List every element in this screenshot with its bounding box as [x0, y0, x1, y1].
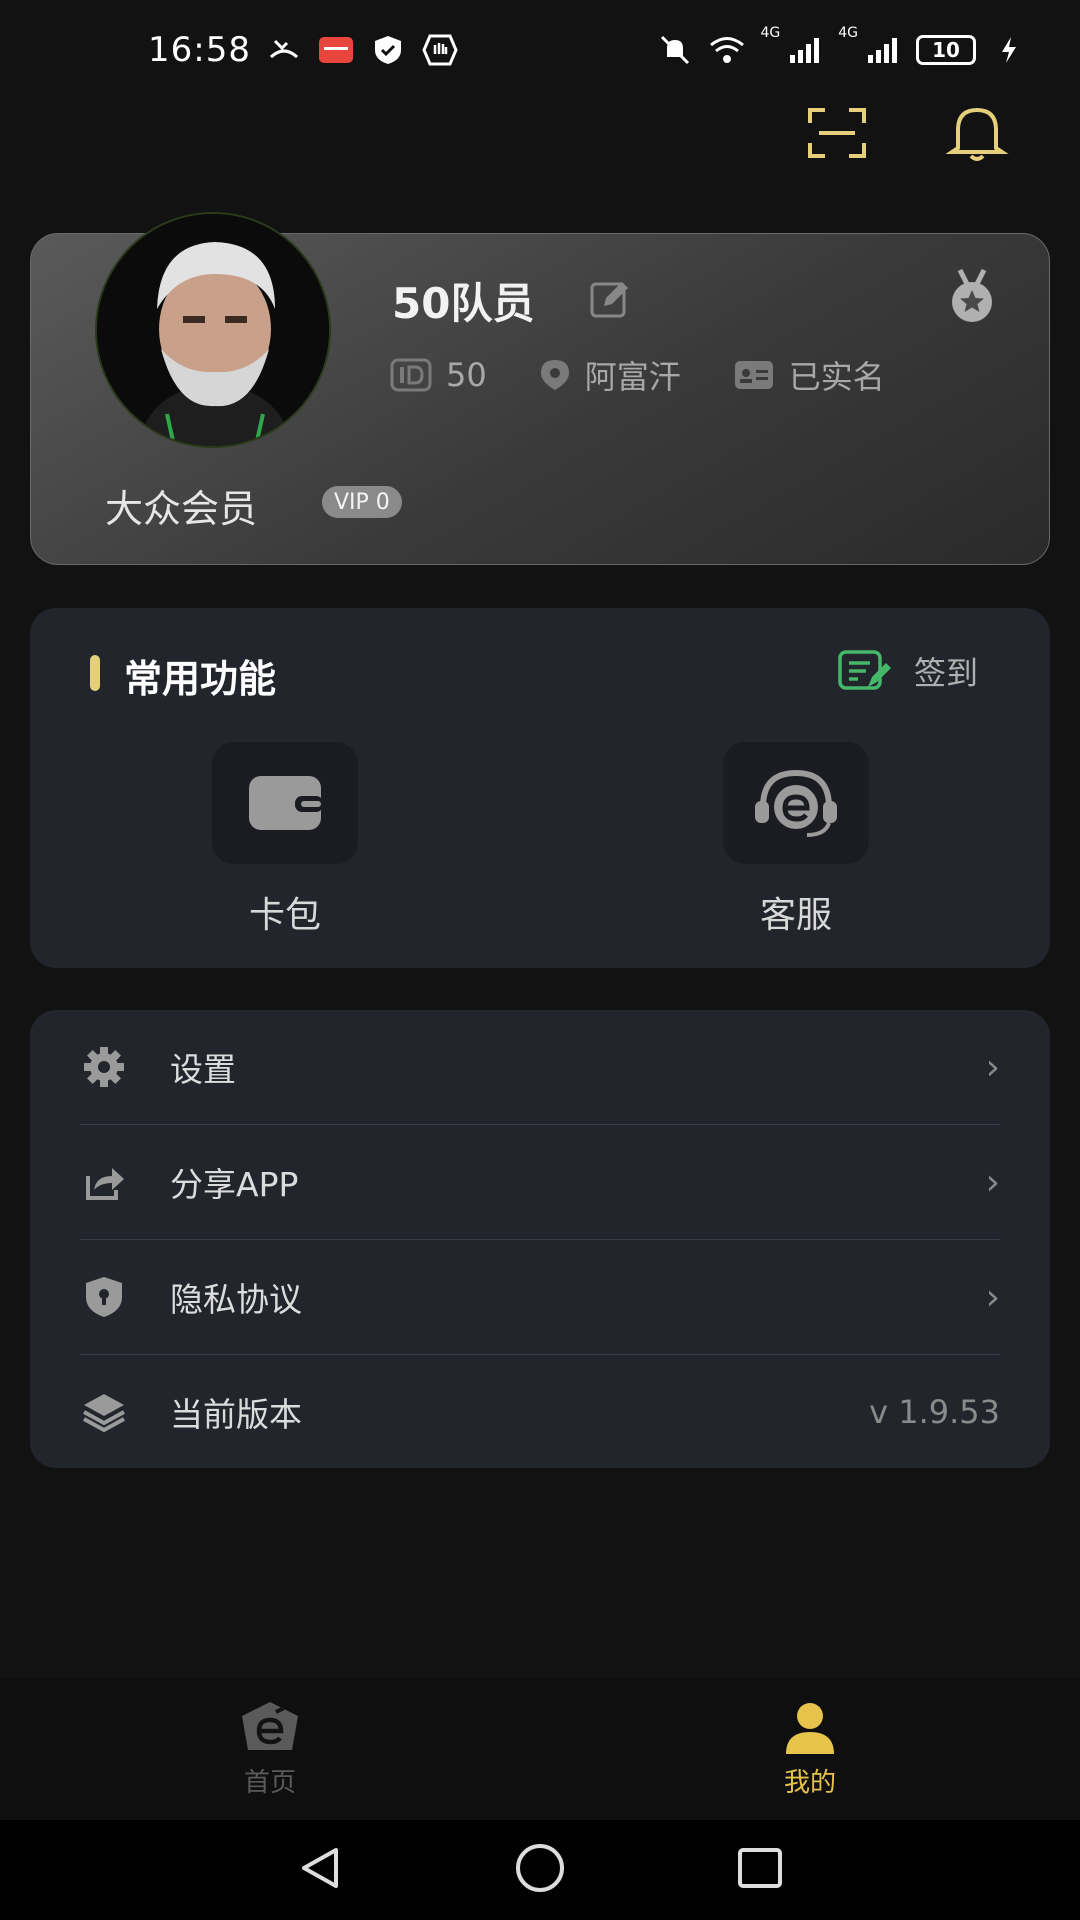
share-icon	[80, 1158, 128, 1206]
user-icon	[786, 1703, 834, 1754]
member-title: 大众会员	[105, 487, 258, 531]
status-bar: 16:58 4G 4G 10	[0, 0, 1080, 100]
verified-meta: 已实名	[733, 352, 885, 398]
recents-button[interactable]	[736, 1844, 784, 1896]
home-e-icon	[242, 1702, 298, 1750]
chevron-right-icon: ›	[985, 1046, 1000, 1088]
wallet-button[interactable]: 卡包	[210, 742, 360, 938]
menu-label-settings: 设置	[170, 1050, 236, 1089]
missed-call-icon	[265, 31, 303, 69]
username: 50队员	[392, 279, 535, 328]
customer-service-label: 客服	[759, 895, 832, 936]
bottom-nav	[0, 1678, 1080, 1820]
headset-icon	[755, 769, 837, 837]
menu-label-share: 分享APP	[170, 1165, 299, 1204]
status-left: 16:58	[148, 30, 459, 70]
signin-icon	[838, 650, 891, 690]
back-triangle-icon	[302, 1848, 338, 1888]
headset-icon-box	[723, 742, 869, 864]
chevron-right-icon: ›	[985, 1161, 1000, 1203]
recents-square-icon	[738, 1848, 782, 1888]
notification-button[interactable]	[944, 100, 1010, 166]
menu-label-privacy: 隐私协议	[170, 1280, 302, 1319]
scan-button[interactable]	[804, 100, 870, 166]
network-label-1: 4G	[760, 25, 781, 41]
home-button[interactable]	[514, 1842, 566, 1898]
tab-home[interactable]: 首页	[210, 1700, 330, 1799]
profile-meta: 50 阿富汗 已实名	[390, 352, 885, 398]
menu-item-version[interactable]: 当前版本 v 1.9.53	[80, 1355, 1000, 1469]
customer-service-button[interactable]: 客服	[721, 742, 871, 938]
menu-item-share[interactable]: 分享APP ›	[80, 1125, 1000, 1239]
id-card-icon	[734, 361, 773, 389]
mute-bell-icon	[656, 31, 694, 69]
battery-indicator: 10	[916, 35, 976, 65]
signin-button[interactable]: 签到	[838, 648, 978, 694]
chevron-right-icon: ›	[985, 1276, 1000, 1318]
charging-icon	[990, 31, 1028, 69]
tab-home-label: 首页	[243, 1768, 296, 1798]
hand-icon	[421, 31, 459, 69]
location-meta: 阿富汗	[539, 352, 681, 398]
top-actions	[804, 100, 1010, 166]
menu-item-privacy[interactable]: 隐私协议 ›	[80, 1240, 1000, 1354]
layers-icon	[80, 1388, 128, 1436]
signin-label: 签到	[914, 654, 979, 692]
bell-icon	[945, 107, 1009, 161]
avatar[interactable]	[95, 212, 331, 448]
location-pin-icon	[540, 360, 569, 390]
network-label-2: 4G	[838, 25, 858, 41]
section-accent-bar	[90, 655, 100, 691]
medal-icon[interactable]	[944, 268, 1000, 324]
id-value: 50	[446, 356, 487, 394]
tab-mine-label: 我的	[783, 1768, 836, 1798]
version-value: v 1.9.53	[869, 1393, 1000, 1431]
vip-badge: VIP 0	[322, 486, 402, 518]
shield-check-icon	[369, 31, 407, 69]
id-icon	[390, 358, 432, 392]
wallet-icon	[249, 776, 323, 830]
status-right: 4G 4G 10	[656, 25, 1028, 69]
section-title: 常用功能	[124, 657, 277, 701]
signal-icon	[864, 31, 902, 69]
location-value: 阿富汗	[584, 358, 681, 396]
menu-label-version: 当前版本	[170, 1395, 302, 1434]
wifi-icon	[708, 31, 746, 69]
shopping-app-icon	[317, 31, 355, 69]
home-circle-icon	[516, 1844, 564, 1892]
wallet-label: 卡包	[248, 895, 321, 936]
verified-status: 已实名	[788, 358, 885, 396]
wallet-icon-box	[212, 742, 358, 864]
gear-icon	[80, 1043, 128, 1091]
scan-icon	[808, 108, 866, 158]
system-nav-bar	[0, 1820, 1080, 1920]
shield-icon	[80, 1273, 128, 1321]
tab-mine[interactable]: 我的	[750, 1700, 870, 1799]
edit-icon[interactable]	[588, 278, 632, 322]
menu-item-settings[interactable]: 设置 ›	[80, 1010, 1000, 1124]
id-meta: 50	[390, 356, 487, 394]
back-button[interactable]	[296, 1844, 344, 1896]
status-time: 16:58	[148, 30, 251, 70]
signal-icon	[786, 31, 824, 69]
